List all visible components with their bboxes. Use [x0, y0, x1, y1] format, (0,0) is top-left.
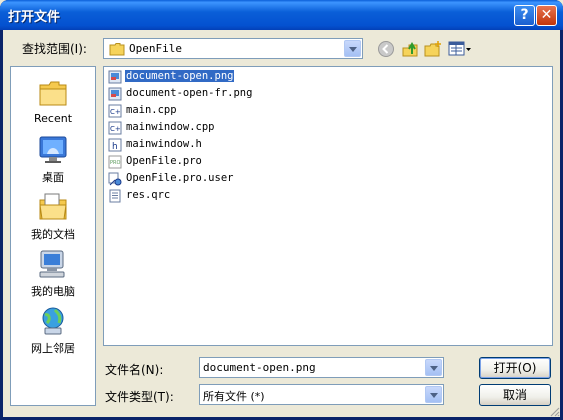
back-icon[interactable] [377, 40, 395, 58]
png-file-icon [108, 70, 122, 84]
png-file-icon [108, 87, 122, 101]
recent-folder-icon [39, 81, 67, 106]
open-button[interactable]: 打开(O) [479, 357, 551, 379]
svg-text:C+: C+ [110, 108, 121, 116]
help-button[interactable]: ? [514, 5, 535, 26]
file-type-label: 文件类型(T): [105, 390, 174, 404]
my-computer-icon [39, 250, 65, 278]
svg-text:h: h [112, 142, 118, 152]
cpp-file-icon: C+ [108, 121, 122, 135]
file-name: main.cpp [126, 104, 177, 116]
close-icon: ✕ [540, 7, 553, 23]
places-bar: Recent 桌面 我的文档 我的电脑 网上邻居 [10, 66, 96, 406]
up-folder-icon[interactable] [401, 40, 419, 58]
places-item-label: 桌面 [42, 171, 64, 184]
file-name: mainwindow.h [126, 138, 202, 150]
places-item-label: 网上邻居 [31, 342, 75, 355]
places-item-label: Recent [33, 112, 73, 125]
look-in-dropdown[interactable]: OpenFile [103, 38, 363, 59]
file-name: res.qrc [126, 189, 171, 201]
title-bar[interactable]: 打开文件 ? ✕ [0, 0, 563, 30]
places-item-network[interactable]: 网上邻居 [11, 301, 95, 357]
places-item-label: 我的文档 [31, 228, 75, 241]
file-name: OpenFile.pro.user [126, 172, 234, 184]
places-item-label: 我的电脑 [31, 285, 75, 298]
chevron-down-icon[interactable] [344, 40, 361, 57]
resize-grip-icon[interactable] [548, 405, 560, 417]
file-type-value: 所有文件 (*) [203, 390, 265, 403]
user-file-icon [108, 172, 122, 186]
file-name-label: 文件名(N): [105, 363, 164, 377]
file-name: OpenFile.pro [126, 155, 202, 167]
cancel-button[interactable]: 取消 [479, 384, 551, 406]
file-name: document-open.png [125, 70, 235, 82]
qrc-file-icon [109, 189, 121, 203]
file-name-combobox[interactable]: document-open.png [199, 357, 444, 378]
window-title: 打开文件 [8, 10, 61, 25]
places-item-desktop[interactable]: 桌面 [11, 130, 95, 186]
look-in-value: OpenFile [129, 42, 182, 55]
help-icon: ? [520, 7, 529, 23]
places-item-recent[interactable]: Recent [11, 73, 95, 129]
file-type-dropdown[interactable]: 所有文件 (*) [199, 384, 444, 405]
folder-icon [109, 43, 125, 56]
file-name: mainwindow.cpp [126, 121, 215, 133]
close-button[interactable]: ✕ [536, 5, 557, 26]
file-list[interactable]: document-open.png document-open-fr.png C… [103, 66, 553, 346]
my-documents-icon [39, 193, 67, 220]
new-folder-icon[interactable] [424, 40, 442, 58]
svg-text:C+: C+ [110, 125, 121, 133]
file-name-value[interactable]: document-open.png [203, 361, 316, 374]
places-item-my-computer[interactable]: 我的电脑 [11, 244, 95, 300]
look-in-label: 查找范围(I): [22, 42, 87, 56]
chevron-down-icon[interactable] [425, 386, 442, 403]
h-file-icon: h [108, 138, 122, 152]
file-name: document-open-fr.png [126, 87, 253, 99]
places-item-my-documents[interactable]: 我的文档 [11, 187, 95, 243]
views-menu-icon[interactable] [448, 40, 472, 58]
desktop-icon [39, 136, 67, 163]
cpp-file-icon: C+ [108, 104, 122, 118]
svg-text:PRO: PRO [110, 160, 120, 166]
chevron-down-icon[interactable] [425, 359, 442, 376]
network-places-icon [42, 307, 64, 335]
pro-file-icon: PRO [108, 155, 122, 169]
